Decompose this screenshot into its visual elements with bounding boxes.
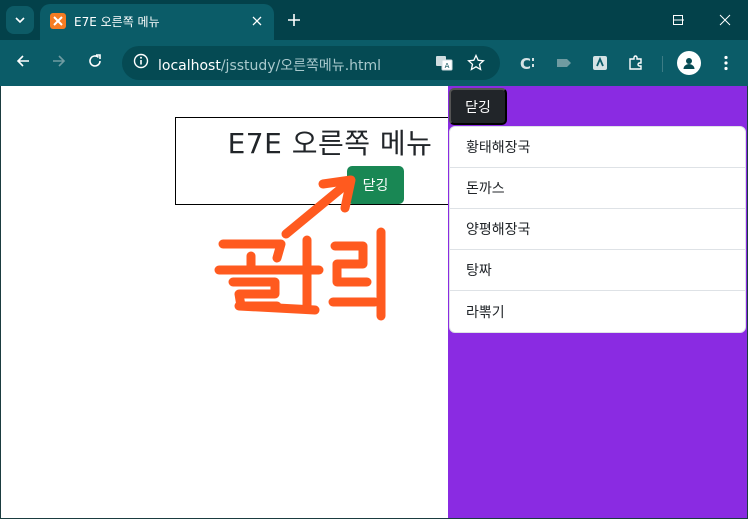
maximize-icon bbox=[672, 11, 684, 30]
new-tab-button[interactable] bbox=[280, 6, 308, 34]
url-path: /jsstudy/오른쪽메뉴.html bbox=[220, 58, 382, 74]
url-text[interactable]: localhost/jsstudy/오른쪽메뉴.html bbox=[158, 55, 381, 75]
translate-icon[interactable]: A bbox=[432, 51, 456, 75]
url-host: localhost bbox=[158, 58, 221, 74]
browser-tab[interactable]: E7E 오른쪽 메뉴 bbox=[40, 4, 274, 40]
tab-close-icon[interactable] bbox=[246, 10, 268, 32]
close-icon bbox=[719, 11, 731, 30]
menu-item[interactable]: 황태해장국 bbox=[450, 127, 745, 168]
tab-title: E7E 오른쪽 메뉴 bbox=[74, 15, 160, 29]
xampp-favicon-icon bbox=[50, 13, 66, 29]
page-title: E7E 오른쪽 메뉴 bbox=[227, 127, 433, 160]
extension-tag-icon[interactable] bbox=[552, 51, 576, 75]
close-window-button[interactable] bbox=[702, 0, 748, 40]
handwritten-click-annotation bbox=[214, 175, 386, 321]
svg-text:A: A bbox=[445, 62, 450, 70]
maximize-button[interactable] bbox=[656, 0, 700, 40]
extensions-puzzle-icon[interactable] bbox=[624, 51, 648, 75]
close-menu-button[interactable]: 닫깅 bbox=[449, 88, 507, 125]
menu-item[interactable]: 돈까스 bbox=[450, 168, 745, 209]
extension-c-icon[interactable]: C bbox=[516, 51, 540, 75]
browser-menu-icon[interactable] bbox=[714, 51, 738, 75]
back-button[interactable] bbox=[9, 49, 37, 77]
toolbar-divider bbox=[662, 56, 663, 72]
menu-list: 황태해장국 돈까스 양평해장국 탕짜 라뽂기 bbox=[449, 126, 746, 333]
site-info-button[interactable] bbox=[128, 50, 154, 76]
reload-button[interactable] bbox=[81, 49, 109, 77]
svg-text:C: C bbox=[520, 55, 531, 72]
menu-item[interactable]: 양평해장국 bbox=[450, 209, 745, 250]
arrow-right-icon bbox=[51, 53, 67, 73]
extension-document-icon[interactable] bbox=[588, 51, 612, 75]
reload-icon bbox=[87, 53, 103, 73]
site-info-icon bbox=[133, 53, 149, 73]
menu-item[interactable]: 라뽂기 bbox=[450, 291, 745, 332]
browser-toolbar: localhost/jsstudy/오른쪽메뉴.html A C bbox=[0, 40, 748, 86]
side-menu-panel: 닫깅 황태해장국 돈까스 양평해장국 탕짜 라뽂기 bbox=[448, 86, 747, 518]
page-viewport: E7E 오른쪽 메뉴 닫깅 닫깅 황태해장국 돈까스 양평해장국 탕짜 라뽂기 bbox=[0, 86, 748, 519]
bookmark-star-icon[interactable] bbox=[464, 51, 488, 75]
chevron-down-icon bbox=[14, 11, 26, 30]
profile-avatar-icon[interactable] bbox=[677, 51, 701, 75]
arrow-left-icon bbox=[15, 53, 31, 73]
forward-button[interactable] bbox=[45, 49, 73, 77]
tab-strip: E7E 오른쪽 메뉴 bbox=[0, 0, 748, 40]
menu-item[interactable]: 탕짜 bbox=[450, 250, 745, 291]
minimize-icon-slot bbox=[610, 0, 656, 40]
address-bar[interactable]: localhost/jsstudy/오른쪽메뉴.html A bbox=[122, 46, 500, 80]
tab-search-button[interactable] bbox=[6, 6, 34, 34]
